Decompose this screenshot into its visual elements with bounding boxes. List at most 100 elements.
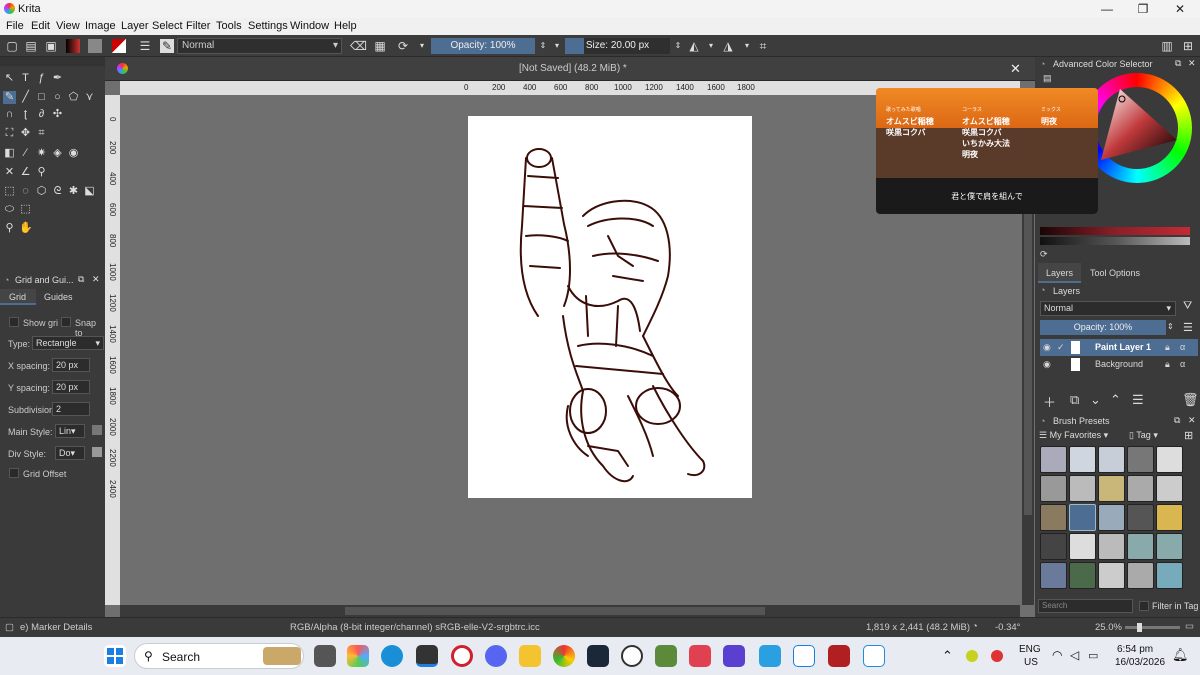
volume-icon[interactable]: ◁ xyxy=(1070,648,1079,662)
docker-lock-icon[interactable]: ◔ xyxy=(4,275,9,285)
bezier-tool-icon[interactable]: ∩ xyxy=(3,108,16,121)
grid-type-dropdown[interactable]: Rectangle ▾ xyxy=(32,336,104,350)
close-docker-icon[interactable]: ✕ xyxy=(1188,415,1196,426)
brush-preset[interactable] xyxy=(1127,446,1154,473)
tray-antivirus-icon[interactable] xyxy=(991,650,1003,662)
layer-check-icon[interactable]: ✓ xyxy=(1057,339,1065,356)
freehand-select-icon[interactable]: ᘓ xyxy=(51,185,64,198)
brush-preset[interactable] xyxy=(1156,533,1183,560)
refresh-icon[interactable]: ⟳ xyxy=(1040,249,1048,260)
menu-settings[interactable]: Settings xyxy=(248,20,288,32)
color-selector-settings-icon[interactable]: ▤ xyxy=(1043,73,1052,84)
brush-preset[interactable] xyxy=(1127,533,1154,560)
taskbar-search-box[interactable]: ⚲ Search xyxy=(134,643,304,669)
vertical-scroll-thumb[interactable] xyxy=(1024,175,1032,515)
steam-icon[interactable] xyxy=(587,645,609,667)
brush-preset[interactable] xyxy=(1098,475,1125,502)
layer-opacity-slider[interactable]: Opacity: 100% xyxy=(1040,320,1166,335)
tab-grid[interactable]: Grid xyxy=(0,289,36,305)
visibility-eye-icon[interactable]: ◉ xyxy=(1043,339,1051,356)
workspace-icon[interactable]: ▥ xyxy=(1160,39,1174,53)
float-docker-icon[interactable]: ⧉ xyxy=(1175,58,1181,69)
text-tool-icon[interactable]: T xyxy=(19,72,32,85)
obs-icon[interactable] xyxy=(621,645,643,667)
save-document-icon[interactable]: ▣ xyxy=(44,39,58,53)
discord-icon[interactable] xyxy=(485,645,507,667)
fg-bg-color-icon[interactable] xyxy=(112,39,126,53)
enclose-fill-icon[interactable]: ◉ xyxy=(67,147,80,160)
minimize-button[interactable]: — xyxy=(1092,0,1122,18)
brush-preset[interactable] xyxy=(1040,562,1067,589)
docker-lock-icon[interactable]: ◔ xyxy=(1040,59,1045,69)
keyboard-layout[interactable]: US xyxy=(1024,657,1038,668)
brush-preset[interactable] xyxy=(1098,446,1125,473)
workspace-chooser-icon[interactable]: ⊞ xyxy=(1181,39,1195,53)
line-tool-icon[interactable]: ╱ xyxy=(19,91,32,104)
menu-file[interactable]: File xyxy=(6,20,24,32)
zoom-slider[interactable] xyxy=(1125,623,1180,632)
proton-icon[interactable] xyxy=(723,645,745,667)
brush-preset-icon[interactable]: ✎ xyxy=(160,39,174,53)
minecraft-icon[interactable] xyxy=(655,645,677,667)
pattern-icon[interactable] xyxy=(88,39,102,53)
brush-preset[interactable] xyxy=(1069,446,1096,473)
similar-select-icon[interactable]: ⬕ xyxy=(83,185,96,198)
layer-blend-dropdown[interactable]: Normal ▾ xyxy=(1040,301,1176,316)
ellipse-select-icon[interactable]: ◌ xyxy=(19,185,32,198)
task-view-icon[interactable] xyxy=(314,645,336,667)
div-color-swatch[interactable] xyxy=(92,447,102,457)
dynamic-brush-icon[interactable]: ∂ xyxy=(35,108,48,121)
close-window-button[interactable]: ✕ xyxy=(1165,0,1195,18)
menu-edit[interactable]: Edit xyxy=(31,20,50,32)
polyline-tool-icon[interactable]: ⋎ xyxy=(83,91,96,104)
move-layer-down-icon[interactable]: ⌄ xyxy=(1090,392,1101,408)
open-document-icon[interactable]: ▤ xyxy=(24,39,38,53)
layer-properties-icon[interactable]: ☰ xyxy=(1132,392,1144,408)
maximize-button[interactable]: ❐ xyxy=(1128,0,1158,18)
bezier-select-icon[interactable]: ⬭ xyxy=(3,203,16,216)
canvas-document[interactable] xyxy=(468,116,752,498)
menu-image[interactable]: Image xyxy=(85,20,116,32)
mirror-horizontal-icon[interactable]: ◭ xyxy=(687,39,701,53)
wrap-around-icon[interactable]: ⌗ xyxy=(756,39,770,53)
brush-preset[interactable] xyxy=(1069,533,1096,560)
clock-date[interactable]: 16/03/2026 xyxy=(1115,657,1165,668)
calligraphy-icon[interactable]: ✒ xyxy=(51,72,64,85)
rectangle-tool-icon[interactable]: □ xyxy=(35,91,48,104)
brush-settings-icon[interactable]: ☰ xyxy=(138,39,152,53)
krita-taskbar-icon[interactable] xyxy=(416,645,438,667)
move-tool-icon[interactable]: ✥ xyxy=(19,127,32,140)
opacity-slider[interactable]: Opacity: 100% xyxy=(431,38,535,54)
color-picker-icon[interactable]: ⁄ xyxy=(19,147,32,160)
div-style-dropdown[interactable]: Do▾ xyxy=(55,446,85,460)
brush-preset[interactable] xyxy=(1127,504,1154,531)
tag-filter-dropdown[interactable]: ☰ My Favorites ▾ xyxy=(1039,430,1124,444)
close-docker-icon[interactable]: ✕ xyxy=(1188,58,1196,69)
menu-help[interactable]: Help xyxy=(334,20,357,32)
tab-tool-options[interactable]: Tool Options xyxy=(1083,263,1145,283)
notification-bell-icon[interactable]: 🔔︎ xyxy=(1172,647,1189,663)
layer-row-background[interactable]: ◉ Background 🔒︎ α xyxy=(1040,356,1198,373)
delete-layer-icon[interactable]: 🗑︎ xyxy=(1182,392,1199,408)
chrome-icon[interactable] xyxy=(553,645,575,667)
float-docker-icon[interactable]: ⧉ xyxy=(78,274,84,285)
docker-lock-icon[interactable]: ◔ xyxy=(1040,416,1045,426)
close-document-button[interactable]: ✕ xyxy=(1010,61,1021,77)
menu-view[interactable]: View xyxy=(56,20,80,32)
filter-in-tag-checkbox[interactable] xyxy=(1139,601,1149,611)
select-shapes-icon[interactable]: ↖ xyxy=(3,72,16,85)
fill-tool-icon[interactable]: ◈ xyxy=(51,147,64,160)
edit-shapes-icon[interactable]: ƒ xyxy=(35,72,48,85)
color-space-info[interactable]: RGB/Alpha (8-bit integer/channel) sRGB-e… xyxy=(290,622,540,633)
brush-preset[interactable] xyxy=(1040,475,1067,502)
snap-grid-checkbox[interactable] xyxy=(61,317,71,327)
tab-layers[interactable]: Layers xyxy=(1038,263,1081,283)
size-spin-icon[interactable]: ⇕ xyxy=(671,39,685,53)
menu-select[interactable]: Select xyxy=(152,20,183,32)
main-style-dropdown[interactable]: Lin▾ xyxy=(55,424,85,438)
contiguous-select-icon[interactable]: ✱ xyxy=(67,185,80,198)
reference-tool-icon[interactable]: ⚲ xyxy=(35,166,48,179)
horizontal-scrollbar[interactable] xyxy=(120,605,1020,617)
brush-search-input[interactable]: Search xyxy=(1038,599,1133,613)
move-layer-up-icon[interactable]: ⌃ xyxy=(1110,392,1121,408)
